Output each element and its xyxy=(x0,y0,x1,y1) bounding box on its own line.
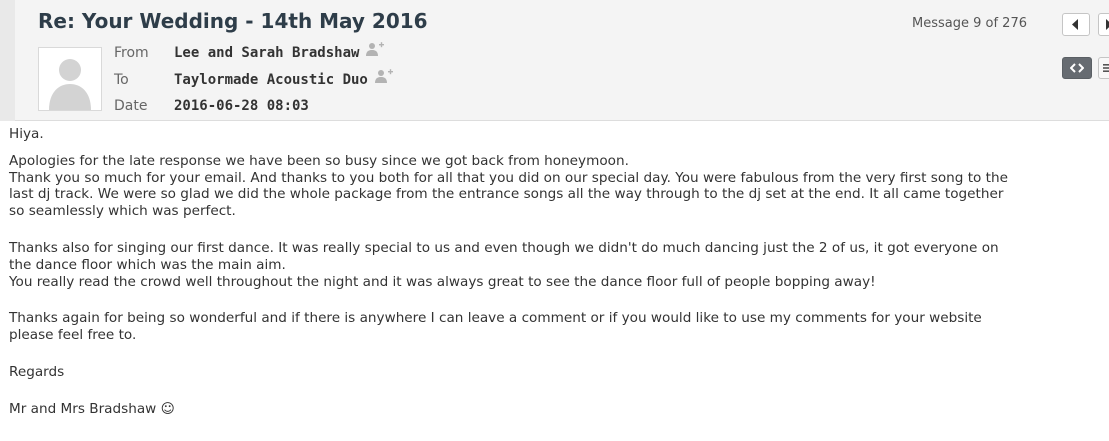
prev-message-button[interactable] xyxy=(1062,13,1090,36)
body-line: last dj track. We were so glad we did th… xyxy=(9,186,1004,203)
to-row: To Taylormade Acoustic Duo xyxy=(114,68,394,90)
html-view-icon xyxy=(1070,63,1084,73)
greeting-paragraph: Hiya. xyxy=(9,126,1104,143)
body-line: so seamlessly which was perfect. xyxy=(9,203,236,220)
body-paragraph: Apologies for the late response we have … xyxy=(9,153,1104,220)
contact-avatar-icon xyxy=(38,47,102,111)
header-side-strip xyxy=(0,0,15,121)
next-message-button[interactable] xyxy=(1098,13,1109,36)
body-paragraph: Thanks also for singing our first dance.… xyxy=(9,240,1104,290)
add-contact-icon[interactable] xyxy=(374,67,394,89)
add-contact-icon[interactable] xyxy=(365,40,385,62)
from-row: From Lee and Sarah Bradshaw xyxy=(114,41,385,63)
date-label: Date xyxy=(114,98,148,114)
greeting-text: Hiya. xyxy=(9,126,44,142)
message-header: Re: Your Wedding - 14th May 2016 From Lee… xyxy=(0,0,1109,121)
signature-paragraph: Mr and Mrs Bradshaw ☺ xyxy=(9,401,1104,418)
from-value[interactable]: Lee and Sarah Bradshaw xyxy=(174,45,359,61)
regards-text: Regards xyxy=(9,363,65,380)
message-body: Hiya. Apologies for the late response we… xyxy=(9,126,1104,428)
regards-paragraph: Regards xyxy=(9,364,1104,381)
body-line: You really read the crowd well throughou… xyxy=(9,273,876,290)
html-view-button[interactable] xyxy=(1062,57,1092,79)
body-line: please feel free to. xyxy=(9,327,137,344)
date-row: Date 2016-06-28 08:03 xyxy=(114,94,309,116)
prev-message-icon xyxy=(1072,19,1078,30)
body-line: the dance floor which was the main aim. xyxy=(9,256,286,273)
body-line: Thanks again for being so wonderful and … xyxy=(9,310,982,327)
to-value[interactable]: Taylormade Acoustic Duo xyxy=(174,72,368,88)
body-line: Thanks also for singing our first dance.… xyxy=(9,239,999,256)
next-message-icon xyxy=(1106,19,1109,30)
message-counter: Message 9 of 276 xyxy=(912,16,1027,31)
body-paragraph: Thanks again for being so wonderful and … xyxy=(9,310,1104,344)
signature-text: Mr and Mrs Bradshaw ☺ xyxy=(9,400,175,417)
body-line: Thank you so much for your email. And th… xyxy=(9,169,1008,186)
message-subject: Re: Your Wedding - 14th May 2016 xyxy=(38,9,428,33)
plain-view-button[interactable] xyxy=(1098,57,1109,79)
to-label: To xyxy=(114,72,129,88)
date-value: 2016-06-28 08:03 xyxy=(174,98,309,114)
body-line: Apologies for the late response we have … xyxy=(9,152,629,169)
from-label: From xyxy=(114,45,149,61)
plain-view-icon xyxy=(1103,64,1109,72)
